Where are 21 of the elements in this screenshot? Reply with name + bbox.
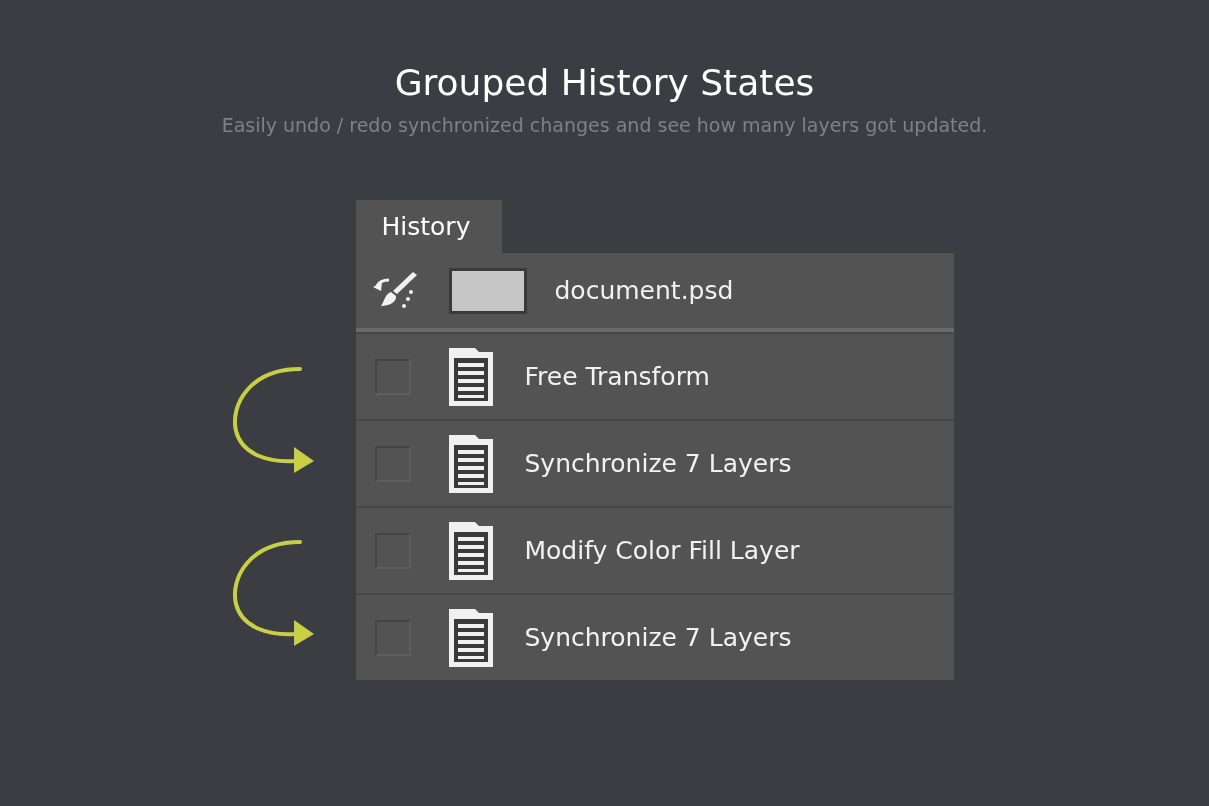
history-state-row[interactable]: Free Transform xyxy=(355,332,954,419)
state-label: Free Transform xyxy=(524,362,710,391)
state-label: Modify Color Fill Layer xyxy=(524,536,800,565)
page-subtitle: Easily undo / redo synchronized changes and see how many layers got updated. xyxy=(221,113,988,138)
checkbox[interactable] xyxy=(374,532,411,569)
state-label: Synchronize 7 Layers xyxy=(524,449,792,478)
document-icon xyxy=(448,608,493,667)
document-icon xyxy=(448,434,493,493)
page-title: Grouped History States xyxy=(394,61,815,105)
checkbox[interactable] xyxy=(374,619,411,656)
history-tab[interactable]: History xyxy=(355,200,502,253)
document-icon xyxy=(448,521,493,580)
snapshot-row[interactable]: document.psd xyxy=(355,253,954,332)
history-state-row[interactable]: Synchronize 7 Layers xyxy=(355,593,954,680)
history-state-row[interactable]: Modify Color Fill Layer xyxy=(355,506,954,593)
document-icon xyxy=(448,347,493,406)
checkbox[interactable] xyxy=(374,358,411,395)
checkbox[interactable] xyxy=(374,445,411,482)
state-label: Synchronize 7 Layers xyxy=(524,623,792,652)
snapshot-label: document.psd xyxy=(554,276,734,305)
history-state-row[interactable]: Synchronize 7 Layers xyxy=(355,419,954,506)
